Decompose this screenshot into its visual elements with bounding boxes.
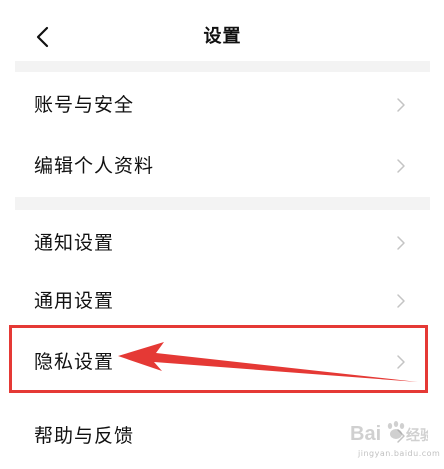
section-divider [15, 61, 430, 72]
settings-item-help-feedback[interactable]: 帮助与反馈 [15, 403, 430, 469]
settings-item-label: 通知设置 [34, 232, 115, 254]
settings-item-label: 帮助与反馈 [34, 425, 135, 447]
app-header: 设置 [15, 0, 430, 70]
chevron-right-icon [397, 294, 405, 308]
settings-item-label: 通用设置 [34, 290, 115, 312]
settings-item-label: 账号与安全 [34, 94, 135, 116]
chevron-right-icon [397, 159, 405, 173]
settings-screen: 设置 账号与安全 编辑个人资料 通知设置 通用设置 隐私设置 帮助与反馈 [15, 0, 430, 469]
chevron-right-icon [397, 236, 405, 250]
settings-item-privacy[interactable]: 隐私设置 [15, 329, 430, 395]
settings-item-edit-profile[interactable]: 编辑个人资料 [15, 133, 430, 199]
chevron-right-icon [397, 429, 405, 443]
settings-item-notifications[interactable]: 通知设置 [15, 210, 430, 276]
section-divider [15, 197, 430, 210]
settings-item-account-security[interactable]: 账号与安全 [15, 72, 430, 138]
chevron-right-icon [397, 98, 405, 112]
page-title: 设置 [203, 26, 242, 47]
settings-item-label: 隐私设置 [34, 351, 115, 373]
settings-item-general[interactable]: 通用设置 [15, 268, 430, 334]
chevron-right-icon [397, 355, 405, 369]
settings-item-label: 编辑个人资料 [34, 155, 155, 177]
